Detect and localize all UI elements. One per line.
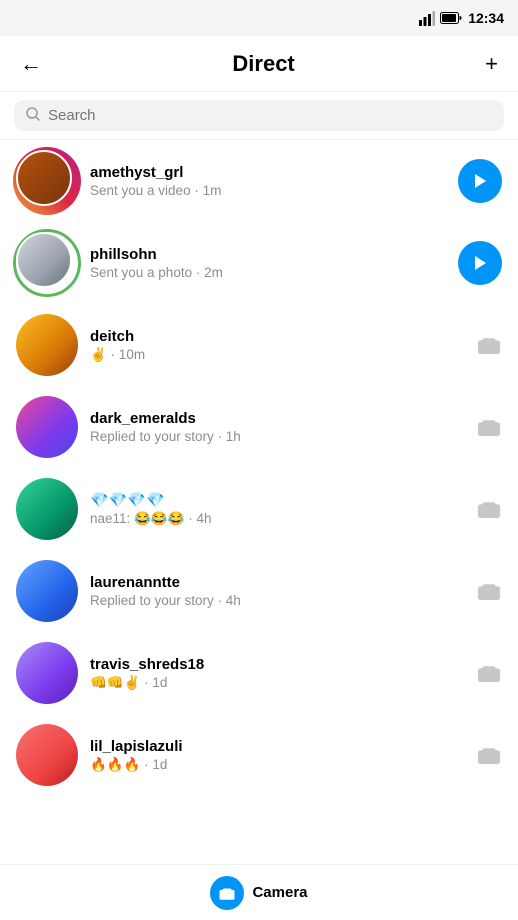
message-content: lil_lapislazuli 🔥🔥🔥 · 1d xyxy=(90,738,464,773)
message-content: dark_emeralds Replied to your story · 1h xyxy=(90,410,464,444)
message-content: amethyst_grl Sent you a video · 1m xyxy=(90,164,446,198)
camera-icon xyxy=(476,498,502,520)
avatar xyxy=(16,314,78,376)
list-item[interactable]: lil_lapislazuli 🔥🔥🔥 · 1d xyxy=(0,714,518,796)
play-icon xyxy=(458,241,502,285)
camera-icon xyxy=(476,334,502,356)
battery-icon xyxy=(440,12,462,24)
header: ← Direct + xyxy=(0,36,518,92)
camera-action[interactable] xyxy=(476,580,502,602)
back-icon: ← xyxy=(20,51,42,77)
avatar xyxy=(16,396,78,458)
camera-icon xyxy=(476,744,502,766)
camera-action[interactable] xyxy=(476,416,502,438)
message-preview: Replied to your story · 4h xyxy=(90,593,464,608)
username: lil_lapislazuli xyxy=(90,738,464,755)
status-time: 12:34 xyxy=(468,10,504,26)
username: deitch xyxy=(90,328,464,345)
message-preview: nae11: 😂😂😂 · 4h xyxy=(90,511,464,527)
header-right: + xyxy=(481,47,502,81)
list-item[interactable]: 💎💎💎💎 nae11: 😂😂😂 · 4h xyxy=(0,468,518,550)
message-list: amethyst_grl Sent you a video · 1m phill… xyxy=(0,140,518,852)
username: travis_shreds18 xyxy=(90,656,464,673)
list-item[interactable]: laurenanntte Replied to your story · 4h xyxy=(0,550,518,632)
camera-icon xyxy=(476,416,502,438)
play-button[interactable] xyxy=(458,241,502,285)
camera-label: Camera xyxy=(252,884,307,901)
list-item[interactable]: deitch ✌️ · 10m xyxy=(0,304,518,386)
camera-btn-icon xyxy=(210,876,244,910)
message-content: travis_shreds18 👊👊✌️ · 1d xyxy=(90,656,464,691)
list-item[interactable]: travis_shreds18 👊👊✌️ · 1d xyxy=(0,632,518,714)
camera-action[interactable] xyxy=(476,334,502,356)
message-content: laurenanntte Replied to your story · 4h xyxy=(90,574,464,608)
camera-icon xyxy=(476,662,502,684)
username: phillsohn xyxy=(90,246,446,263)
header-left: ← xyxy=(16,47,46,81)
message-preview: 👊👊✌️ · 1d xyxy=(90,675,464,691)
search-bar xyxy=(0,92,518,140)
username: amethyst_grl xyxy=(90,164,446,181)
list-item[interactable]: dark_emeralds Replied to your story · 1h xyxy=(0,386,518,468)
status-icons xyxy=(419,10,462,26)
status-bar: 12:34 xyxy=(0,0,518,36)
search-input[interactable] xyxy=(48,107,492,124)
bottom-bar: Camera xyxy=(0,864,518,920)
avatar xyxy=(16,724,78,786)
camera-button[interactable]: Camera xyxy=(210,876,307,910)
camera-action[interactable] xyxy=(476,498,502,520)
play-icon xyxy=(458,159,502,203)
username: 💎💎💎💎 xyxy=(90,491,464,509)
search-input-wrap xyxy=(14,100,504,131)
new-message-button[interactable]: + xyxy=(481,47,502,81)
message-content: 💎💎💎💎 nae11: 😂😂😂 · 4h xyxy=(90,491,464,527)
search-icon xyxy=(26,107,40,124)
avatar xyxy=(16,150,78,212)
back-button[interactable]: ← xyxy=(16,47,46,81)
message-preview: ✌️ · 10m xyxy=(90,347,464,363)
play-button[interactable] xyxy=(458,159,502,203)
avatar xyxy=(16,232,78,294)
list-item[interactable]: amethyst_grl Sent you a video · 1m xyxy=(0,140,518,222)
message-preview: Sent you a photo · 2m xyxy=(90,265,446,280)
avatar xyxy=(16,642,78,704)
camera-icon xyxy=(476,580,502,602)
message-preview: Replied to your story · 1h xyxy=(90,429,464,444)
signal-icon xyxy=(419,10,435,26)
message-preview: 🔥🔥🔥 · 1d xyxy=(90,757,464,773)
plus-icon: + xyxy=(485,51,498,77)
avatar xyxy=(16,560,78,622)
message-preview: Sent you a video · 1m xyxy=(90,183,446,198)
camera-action[interactable] xyxy=(476,744,502,766)
camera-action[interactable] xyxy=(476,662,502,684)
page-title: Direct xyxy=(232,51,294,77)
username: dark_emeralds xyxy=(90,410,464,427)
list-item[interactable]: phillsohn Sent you a photo · 2m xyxy=(0,222,518,304)
message-content: deitch ✌️ · 10m xyxy=(90,328,464,363)
username: laurenanntte xyxy=(90,574,464,591)
avatar xyxy=(16,478,78,540)
message-content: phillsohn Sent you a photo · 2m xyxy=(90,246,446,280)
